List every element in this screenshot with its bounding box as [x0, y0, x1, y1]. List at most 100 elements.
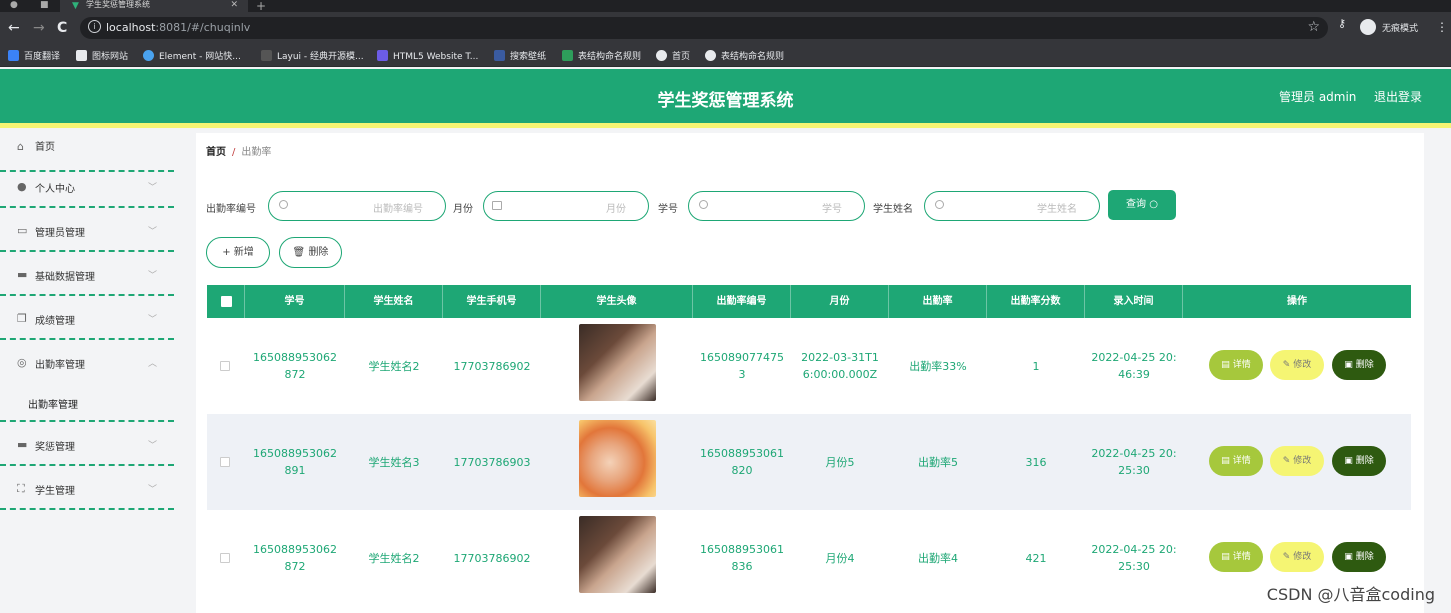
- filter-student-no-input[interactable]: 学号: [688, 191, 865, 221]
- chevron-up-icon: ︿: [148, 359, 158, 369]
- search-icon: [699, 200, 708, 209]
- edit-button[interactable]: ✎ 修改: [1270, 542, 1324, 572]
- cell-name: 学生姓名2: [368, 551, 420, 565]
- row-delete-button[interactable]: ▣ 删除: [1332, 542, 1386, 572]
- query-label: 查询: [1126, 199, 1147, 210]
- chevron-down-icon: ﹀: [148, 183, 158, 193]
- bookmark-item[interactable]: 搜索壁纸: [494, 50, 546, 64]
- detail-button[interactable]: ▤ 详情: [1209, 446, 1263, 476]
- sidebar-item-grades[interactable]: ❐ 成绩管理 ﹀: [0, 296, 174, 340]
- more-menu-icon[interactable]: ⋮: [1436, 20, 1448, 34]
- sidebar-item-label: 基础数据管理: [35, 272, 95, 283]
- sidebar: ⌂ 首页 ● 个人中心 ﹀ ▭ 管理员管理 ﹀ ▬ 基础数据管理 ﹀ ❐ 成绩管…: [0, 128, 174, 613]
- translate-icon: [8, 50, 19, 61]
- query-button[interactable]: 查询 ○: [1108, 190, 1176, 220]
- sidebar-item-personal[interactable]: ● 个人中心 ﹀: [0, 164, 174, 208]
- bookmark-item[interactable]: Layui - 经典开源模...: [261, 50, 364, 64]
- row-delete-button[interactable]: ▣ 删除: [1332, 446, 1386, 476]
- th-month[interactable]: 月份: [791, 285, 889, 318]
- sidebar-item-students[interactable]: ⛶ 学生管理 ﹀: [0, 466, 174, 510]
- browser-menu-icon[interactable]: ●: [10, 0, 18, 10]
- bookmark-item[interactable]: 首页: [656, 50, 690, 64]
- sidebar-subitem-attendance[interactable]: 出勤率管理: [28, 396, 78, 411]
- app-header: 学生奖惩管理系统 管理员 admin 退出登录: [0, 69, 1451, 123]
- browser-tab[interactable]: ▼ 学生奖惩管理系统 ✕: [60, 0, 248, 12]
- cell-code: 165088953061820: [700, 447, 784, 477]
- chevron-down-icon: ﹀: [148, 441, 158, 451]
- edit-button[interactable]: ✎ 修改: [1270, 446, 1324, 476]
- sidebar-item-rewards[interactable]: ▬ 奖惩管理 ﹀: [0, 422, 174, 466]
- detail-button[interactable]: ▤ 详情: [1209, 350, 1263, 380]
- url-text: localhost:8081/#/chuqinlv: [106, 21, 251, 34]
- cell-name: 学生姓名2: [368, 359, 420, 373]
- copy-icon: ❐: [17, 312, 27, 325]
- th-student-no[interactable]: 学号: [245, 285, 345, 318]
- filter-student-name-label: 学生姓名: [873, 204, 913, 215]
- row-checkbox[interactable]: [220, 553, 230, 563]
- address-bar[interactable]: i localhost:8081/#/chuqinlv ☆: [80, 17, 1328, 39]
- layui-icon: [261, 50, 272, 61]
- bookmark-item[interactable]: 百度翻译: [8, 50, 60, 64]
- filter-month-input[interactable]: 月份: [483, 191, 649, 221]
- delete-label: 删除: [1355, 456, 1374, 466]
- trash-icon: ▣: [1344, 456, 1353, 466]
- cell-month: 2022-03-31T16:00:00.000Z: [801, 351, 879, 381]
- edit-button[interactable]: ✎ 修改: [1270, 350, 1324, 380]
- cell-phone: 17703786903: [453, 455, 531, 469]
- sidebar-item-label: 首页: [35, 142, 55, 153]
- bookmark-star-icon[interactable]: ☆: [1307, 19, 1320, 35]
- cell-time: 2022-04-25 20:25:30: [1091, 543, 1177, 573]
- key-icon[interactable]: ⚷: [1338, 17, 1346, 30]
- th-code[interactable]: 出勤率编号: [693, 285, 791, 318]
- sidebar-item-label: 奖惩管理: [35, 442, 75, 453]
- bookmark-item[interactable]: 表结构命名规则: [562, 50, 641, 64]
- sidebar-item-admin[interactable]: ▭ 管理员管理 ﹀: [0, 208, 174, 252]
- bookmark-item[interactable]: 图标网站: [76, 50, 128, 64]
- cell-time: 2022-04-25 20:46:39: [1091, 351, 1177, 381]
- placeholder: 学号: [822, 204, 842, 215]
- breadcrumb-home[interactable]: 首页: [206, 147, 226, 158]
- close-tab-icon[interactable]: ✕: [230, 0, 238, 10]
- bookmark-item[interactable]: Element - 网站快...: [143, 50, 241, 64]
- sidebar-item-label: 成绩管理: [35, 316, 75, 327]
- delete-label: 删除: [308, 247, 329, 258]
- forward-icon[interactable]: →: [33, 20, 45, 36]
- info-icon[interactable]: i: [88, 20, 101, 33]
- th-phone[interactable]: 学生手机号: [443, 285, 541, 318]
- bookmark-item[interactable]: 表结构命名规则: [705, 50, 784, 64]
- edit-icon: ✎: [1282, 360, 1291, 370]
- logout-link[interactable]: 退出登录: [1374, 88, 1422, 105]
- detail-button[interactable]: ▤ 详情: [1209, 542, 1263, 572]
- row-checkbox[interactable]: [220, 457, 230, 467]
- edit-label: 修改: [1293, 456, 1312, 466]
- new-tab-icon[interactable]: +: [256, 0, 266, 12]
- add-button[interactable]: + 新增: [206, 237, 270, 268]
- tab-overview-icon[interactable]: ■: [40, 0, 49, 10]
- bookmark-item[interactable]: HTML5 Website T...: [377, 50, 478, 64]
- sidebar-item-attendance[interactable]: ◎ 出勤率管理 ︿ 出勤率管理: [0, 340, 174, 422]
- reload-icon[interactable]: C: [57, 20, 67, 36]
- th-score[interactable]: 出勤率分数: [987, 285, 1085, 318]
- sheet-icon: [562, 50, 573, 61]
- th-time[interactable]: 录入时间: [1085, 285, 1183, 318]
- th-actions: 操作: [1287, 296, 1307, 307]
- cell-phone: 17703786902: [453, 551, 531, 565]
- delete-button[interactable]: 🗑 删除: [279, 237, 342, 268]
- chat-filled-icon: ▬: [17, 438, 28, 451]
- row-checkbox[interactable]: [220, 361, 230, 371]
- th-rate[interactable]: 出勤率: [889, 285, 987, 318]
- th-name[interactable]: 学生姓名: [345, 285, 443, 318]
- th-avatar[interactable]: 学生头像: [541, 285, 693, 318]
- cell-code: 165088953061836: [700, 543, 784, 573]
- delete-label: 删除: [1355, 552, 1374, 562]
- back-icon[interactable]: ←: [8, 20, 20, 36]
- sidebar-item-label: 出勤率管理: [35, 360, 85, 371]
- cell-score: 1: [1032, 359, 1040, 373]
- sidebar-item-basic-data[interactable]: ▬ 基础数据管理 ﹀: [0, 252, 174, 296]
- student-avatar: [579, 420, 656, 497]
- row-delete-button[interactable]: ▣ 删除: [1332, 350, 1386, 380]
- filter-code-input[interactable]: 出勤率编号: [268, 191, 446, 221]
- filter-student-name-input[interactable]: 学生姓名: [924, 191, 1100, 221]
- student-avatar: [579, 324, 656, 401]
- cell-month: 月份5: [825, 455, 855, 469]
